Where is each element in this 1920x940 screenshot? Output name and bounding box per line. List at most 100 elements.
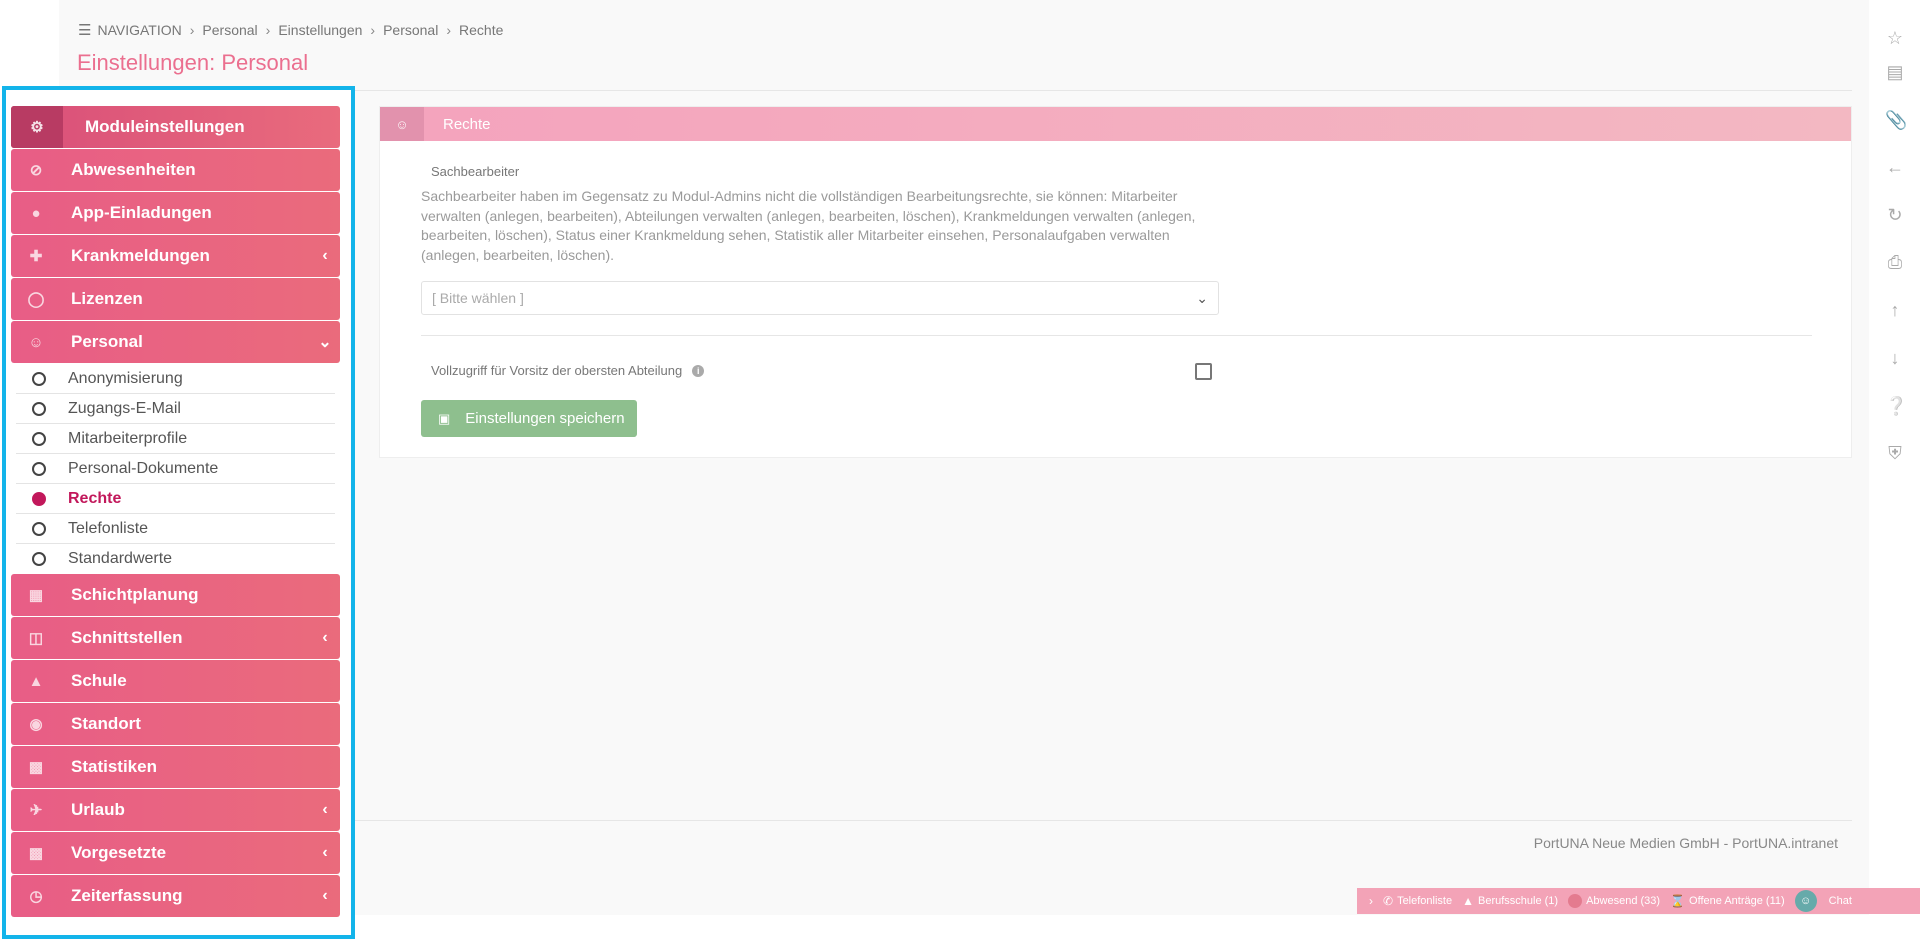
statusbar-berufsschule-label: Berufsschule (1) xyxy=(1478,895,1559,907)
submenu-item-standardwerte[interactable]: Standardwerte xyxy=(16,544,335,574)
statusbar-collapse[interactable]: › xyxy=(1369,894,1373,908)
sitemap-icon: ◫ xyxy=(28,630,44,647)
menu-icon[interactable]: ☰ xyxy=(78,21,91,39)
sidebar-item-lizenzen[interactable]: ◯ Lizenzen xyxy=(11,278,340,320)
medical-icon: ✚ xyxy=(29,248,43,265)
submenu-item-label: Mitarbeiterprofile xyxy=(68,429,188,447)
graduation-cap-icon: ▲ xyxy=(28,672,44,690)
arrow-up-icon[interactable]: ↑ xyxy=(1885,300,1905,320)
breadcrumb-separator-icon: › xyxy=(265,22,271,38)
chart-icon: ▩ xyxy=(28,759,44,776)
vollzugriff-label: Vollzugriff für Vorsitz der obersten Abt… xyxy=(431,363,705,378)
submenu-item-mitarbeiterprofile[interactable]: Mitarbeiterprofile xyxy=(16,424,335,454)
sidebar-item-app-einladungen[interactable]: ● App-Einladungen xyxy=(11,192,340,234)
sidebar-item-personal[interactable]: ☺ Personal ⌄ xyxy=(11,321,340,363)
submenu-item-label: Standardwerte xyxy=(68,550,173,567)
vollzugriff-label-text: Vollzugriff für Vorsitz der obersten Abt… xyxy=(431,363,683,378)
star-icon[interactable]: ☆ xyxy=(1885,28,1905,48)
statusbar-telefonliste[interactable]: ✆ Telefonliste xyxy=(1383,894,1452,908)
sidebar-item-standort[interactable]: ◉ Standort xyxy=(11,703,340,745)
plane-icon: ✈ xyxy=(29,802,43,819)
calendar-icon: ▦ xyxy=(28,587,44,604)
statusbar-chat[interactable]: ☺ Chat xyxy=(1794,890,1852,912)
refresh-icon[interactable]: ↻ xyxy=(1885,205,1905,225)
sidebar-item-vorgesetzte[interactable]: ▩ Vorgesetzte ‹ xyxy=(11,832,340,874)
chevron-left-icon: ‹ xyxy=(322,844,328,861)
submenu-item-anonymisierung[interactable]: Anonymisierung xyxy=(16,364,335,394)
rechte-panel: ☺ Rechte Sachbearbeiter Sachbearbeiter h… xyxy=(379,106,1852,458)
right-toolbar: ☆ ▤ 📎 ← ↻ ⎙ ↑ ↓ ❔ ⛨ xyxy=(1869,0,1920,940)
breadcrumb: ☰ NAVIGATION › Personal › Einstellungen … xyxy=(78,21,503,39)
sidebar-item-label: Personal xyxy=(71,332,143,351)
radio-icon xyxy=(32,461,46,476)
sidebar-header-moduleinstellungen[interactable]: ⚙ Moduleinstellungen xyxy=(11,106,340,148)
sidebar-item-urlaub[interactable]: ✈ Urlaub ‹ xyxy=(11,789,340,831)
arrow-down-icon[interactable]: ↓ xyxy=(1885,348,1905,368)
sachbearbeiter-label: Sachbearbeiter xyxy=(431,164,520,179)
save-button-label: Einstellungen speichern xyxy=(465,410,625,427)
sidebar-item-abwesenheiten[interactable]: ⊘ Abwesenheiten xyxy=(11,149,340,191)
radio-icon xyxy=(32,552,46,566)
radio-filled-icon xyxy=(32,491,46,506)
print-icon[interactable]: ⎙ xyxy=(1885,252,1905,272)
footer-text: PortUNA Neue Medien GmbH - PortUNA.intra… xyxy=(1533,835,1838,851)
shield-icon[interactable]: ⛨ xyxy=(1885,443,1905,463)
vollzugriff-checkbox[interactable] xyxy=(1195,363,1212,380)
statusbar-abwesend[interactable]: Abwesend (33) xyxy=(1568,894,1660,908)
sidebar-item-schule[interactable]: ▲ Schule xyxy=(11,660,340,702)
submenu-item-telefonliste[interactable]: Telefonliste xyxy=(16,514,335,544)
users-icon: ☺ xyxy=(28,333,44,351)
statusbar-offene-antraege-label: Offene Anträge (11) xyxy=(1689,895,1785,907)
page-title: Einstellungen: Personal xyxy=(77,50,309,75)
submenu-item-label: Zugangs-E-Mail xyxy=(68,399,181,417)
breadcrumb-separator-icon: › xyxy=(370,22,376,38)
statusbar-telefonliste-label: Telefonliste xyxy=(1397,895,1453,907)
breadcrumb-separator-icon: › xyxy=(446,22,452,38)
sidebar-item-zeiterfassung[interactable]: ◷ Zeiterfassung ‹ xyxy=(11,875,340,917)
statusbar-chat-label: Chat xyxy=(1828,895,1852,907)
sidebar-item-label: Schichtplanung xyxy=(71,585,199,604)
paperclip-icon[interactable]: 📎 xyxy=(1885,110,1907,130)
chevron-left-icon: ‹ xyxy=(322,247,328,264)
notes-icon[interactable]: ▤ xyxy=(1885,62,1905,82)
absent-icon xyxy=(1568,894,1583,908)
sidebar: ⚙ Moduleinstellungen ⊘ Abwesenheiten ● A… xyxy=(11,106,340,918)
submenu-item-zugangs-e-mail[interactable]: Zugangs-E-Mail xyxy=(16,394,335,424)
user-icon: ● xyxy=(31,204,41,222)
chevron-down-icon: ⌄ xyxy=(1196,289,1208,306)
submenu-item-personal-dokumente[interactable]: Personal-Dokumente xyxy=(16,454,335,484)
chevron-left-icon: ‹ xyxy=(322,801,328,818)
radio-icon xyxy=(32,401,46,416)
panel-divider xyxy=(421,335,1812,336)
circle-notch-icon: ◯ xyxy=(27,291,45,308)
sidebar-item-schichtplanung[interactable]: ▦ Schichtplanung xyxy=(11,574,340,616)
chevron-left-icon: ‹ xyxy=(322,887,328,904)
breadcrumb-item-einstellungen[interactable]: Einstellungen xyxy=(278,22,362,38)
footer-divider xyxy=(355,820,1852,821)
panel-title: Rechte xyxy=(443,115,491,133)
breadcrumb-item-rechte: Rechte xyxy=(459,22,504,38)
sachbearbeiter-select[interactable]: [ Bitte wählen ] ⌄ xyxy=(421,281,1219,315)
statusbar-offene-antraege[interactable]: ⌛ Offene Anträge (11) xyxy=(1670,894,1785,908)
sidebar-item-krankmeldungen[interactable]: ✚ Krankmeldungen ‹ xyxy=(11,235,340,277)
breadcrumb-item-personal[interactable]: Personal xyxy=(202,22,257,38)
breadcrumb-item-navigation[interactable]: NAVIGATION xyxy=(97,22,181,38)
radio-icon xyxy=(32,521,46,536)
sidebar-item-schnittstellen[interactable]: ◫ Schnittstellen ‹ xyxy=(11,617,340,659)
breadcrumb-item-personal-2[interactable]: Personal xyxy=(383,22,438,38)
sidebar-item-label: Abwesenheiten xyxy=(71,160,196,179)
status-bar: › ✆ Telefonliste ▲ Berufsschule (1) Abwe… xyxy=(1357,888,1920,914)
save-settings-button[interactable]: ▣ Einstellungen speichern xyxy=(421,400,637,437)
sidebar-item-statistiken[interactable]: ▩ Statistiken xyxy=(11,746,340,788)
submenu-item-rechte[interactable]: Rechte xyxy=(16,484,335,514)
breadcrumb-separator-icon: › xyxy=(189,22,195,38)
help-icon[interactable]: ❔ xyxy=(1885,396,1907,416)
title-divider xyxy=(355,90,1852,91)
info-icon[interactable]: i xyxy=(692,364,705,377)
statusbar-berufsschule[interactable]: ▲ Berufsschule (1) xyxy=(1462,894,1558,908)
sidebar-item-label: Vorgesetzte xyxy=(71,843,167,862)
chevron-right-icon: › xyxy=(1369,894,1373,908)
gear-icon: ⚙ xyxy=(11,106,63,148)
ban-icon: ⊘ xyxy=(29,162,43,179)
arrow-left-icon[interactable]: ← xyxy=(1885,157,1905,177)
